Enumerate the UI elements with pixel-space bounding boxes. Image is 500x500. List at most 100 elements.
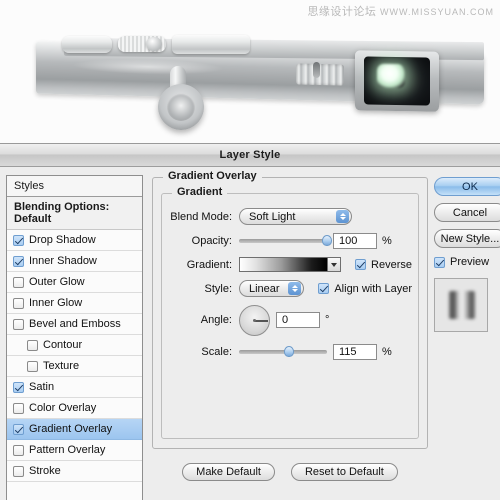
style-item-satin[interactable]: Satin <box>7 377 142 398</box>
style-item-stroke[interactable]: Stroke <box>7 461 142 482</box>
style-item-checkbox[interactable] <box>13 234 24 246</box>
gradient-style-select[interactable]: Linear <box>239 280 305 297</box>
angle-unit: ° <box>325 314 330 326</box>
angle-label: Angle: <box>200 314 232 326</box>
style-item-inner-glow[interactable]: Inner Glow <box>7 293 142 314</box>
style-item-label: Stroke <box>29 465 61 477</box>
camera-lens-housing <box>355 50 439 112</box>
style-item-checkbox[interactable] <box>13 444 24 456</box>
scale-slider[interactable] <box>239 345 327 359</box>
make-default-button[interactable]: Make Default <box>182 463 275 481</box>
group-title: Gradient Overlay <box>163 170 262 182</box>
style-item-inner-shadow[interactable]: Inner Shadow <box>7 251 142 272</box>
style-item-checkbox[interactable] <box>13 381 24 393</box>
opacity-slider-track <box>239 238 327 243</box>
gradient-picker-button[interactable] <box>328 257 342 272</box>
chevron-down-icon <box>331 262 338 267</box>
cancel-button[interactable]: Cancel <box>434 203 500 222</box>
opacity-slider[interactable] <box>239 234 332 248</box>
style-item-label: Inner Shadow <box>29 255 97 267</box>
style-item-contour[interactable]: Contour <box>7 335 142 356</box>
style-row: Style: Linear Align with Layer <box>162 280 412 297</box>
style-item-checkbox[interactable] <box>13 255 24 267</box>
angle-row: Angle: 0 ° <box>162 304 412 336</box>
style-item-color-overlay[interactable]: Color Overlay <box>7 398 142 419</box>
preview-thumbnail-art <box>449 291 475 319</box>
style-item-drop-shadow[interactable]: Drop Shadow <box>7 230 142 251</box>
opacity-row: Opacity: 100 % <box>162 232 412 249</box>
opacity-input[interactable]: 100 <box>333 232 377 249</box>
reverse-checkbox[interactable] <box>355 259 367 270</box>
layer-style-dialog: Layer Style Styles Blending Options: Def… <box>0 143 500 500</box>
angle-hub <box>253 318 256 322</box>
reverse-option[interactable]: Reverse <box>355 259 412 271</box>
gradient-row: Gradient: Reverse <box>162 256 412 273</box>
preview-checkbox[interactable] <box>434 256 445 268</box>
camera-small-dial <box>146 37 162 51</box>
gradient-overlay-panel: Gradient Overlay Gradient Blend Mode: So… <box>152 170 428 500</box>
gradient-fields: Blend Mode: Soft Light Opacity: 100 % Gr… <box>162 208 412 360</box>
gradient-label: Gradient: <box>186 258 232 271</box>
style-item-label: Color Overlay <box>29 402 97 414</box>
chevron-updown-icon[interactable] <box>288 282 302 295</box>
style-item-checkbox[interactable] <box>27 360 38 372</box>
camera-lens-glow <box>377 63 405 89</box>
watermark: 思缘设计论坛 WWW.MISSYUAN.COM <box>307 3 494 19</box>
style-item-outer-glow[interactable]: Outer Glow <box>7 272 142 293</box>
actions-column: OK Cancel New Style... Preview <box>434 175 500 500</box>
style-item-checkbox[interactable] <box>13 465 24 477</box>
ok-button[interactable]: OK <box>434 177 500 196</box>
style-item-checkbox[interactable] <box>13 276 24 288</box>
align-with-layer-option[interactable]: Align with Layer <box>318 283 412 295</box>
style-item-gradient-overlay[interactable]: Gradient Overlay <box>7 419 142 440</box>
scale-input[interactable]: 115 <box>333 343 377 360</box>
dialog-body: Styles Blending Options: Default Drop Sh… <box>0 167 500 500</box>
camera-grip-texture <box>296 63 344 86</box>
style-item-label: Satin <box>29 381 55 393</box>
dialog-title: Layer Style <box>219 149 281 161</box>
preview-thumbnail <box>434 278 488 332</box>
style-item-label: Gradient Overlay <box>29 423 113 435</box>
scale-slider-thumb[interactable] <box>284 346 295 357</box>
blending-options-row[interactable]: Blending Options: Default <box>7 197 142 230</box>
blend-mode-value: Soft Light <box>249 210 296 223</box>
angle-input[interactable]: 0 <box>276 312 320 328</box>
new-style-button[interactable]: New Style... <box>434 229 500 248</box>
style-item-checkbox[interactable] <box>27 339 38 351</box>
style-item-checkbox[interactable] <box>13 423 24 435</box>
preview-option[interactable]: Preview <box>434 256 489 268</box>
scale-unit: % <box>382 345 392 358</box>
style-item-checkbox[interactable] <box>13 318 24 330</box>
reverse-label: Reverse <box>371 258 412 271</box>
chevron-updown-icon[interactable] <box>336 210 349 223</box>
opacity-slider-thumb[interactable] <box>322 235 332 246</box>
opacity-value: 100 <box>339 234 358 247</box>
blend-mode-label: Blend Mode: <box>170 210 232 223</box>
scale-value: 115 <box>339 345 357 358</box>
subgroup-title: Gradient <box>172 186 228 198</box>
style-item-texture[interactable]: Texture <box>7 356 142 377</box>
blend-mode-select[interactable]: Soft Light <box>239 208 352 225</box>
scale-label: Scale: <box>201 345 232 358</box>
align-with-layer-checkbox[interactable] <box>318 283 330 294</box>
styles-list-header: Styles <box>7 176 142 197</box>
style-item-pattern-overlay[interactable]: Pattern Overlay <box>7 440 142 461</box>
style-label: Style: <box>204 282 232 295</box>
angle-dial[interactable] <box>239 304 270 336</box>
gradient-style-value: Linear <box>249 282 280 295</box>
style-item-label: Bevel and Emboss <box>29 318 121 330</box>
opacity-label: Opacity: <box>191 234 232 247</box>
style-item-checkbox[interactable] <box>13 402 24 414</box>
blend-mode-row: Blend Mode: Soft Light <box>162 208 412 225</box>
angle-value: 0 <box>282 314 289 326</box>
default-buttons: Make Default Reset to Default <box>152 463 428 481</box>
reset-to-default-button[interactable]: Reset to Default <box>290 463 398 481</box>
style-item-checkbox[interactable] <box>13 297 24 309</box>
gradient-swatch[interactable] <box>239 257 329 272</box>
dialog-titlebar[interactable]: Layer Style <box>0 144 500 167</box>
style-item-bevel-and-emboss[interactable]: Bevel and Emboss <box>7 314 142 335</box>
screenshot-root: 思缘设计论坛 WWW.MISSYUAN.COM Layer Style Styl… <box>0 0 500 500</box>
scale-row: Scale: 115 % <box>162 343 412 360</box>
camera-viewfinder-block <box>172 35 250 54</box>
opacity-unit: % <box>382 234 392 247</box>
